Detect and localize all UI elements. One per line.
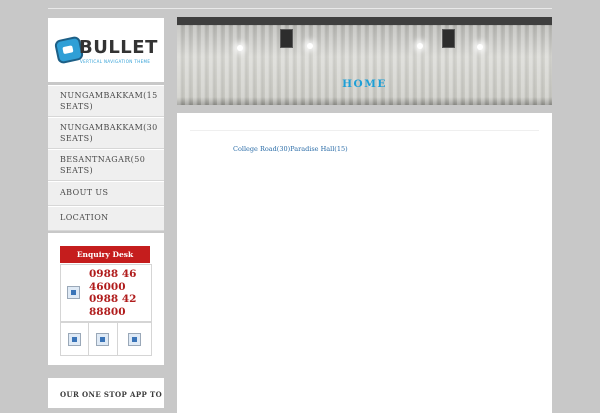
link-college-road[interactable]: College Road(30) [233, 145, 290, 153]
light-icon [237, 45, 243, 51]
menu-item-nungambakkam-30[interactable]: NUNGAMBAKKAM(30 SEATS) [48, 117, 164, 149]
menu-item-location[interactable]: LOCATION [48, 206, 164, 231]
page-title: HOME [342, 78, 387, 90]
logo-wordmark: BULLET [79, 37, 158, 58]
enquiry-widget: Enquiry Desk 0988 46 46000 0988 42 88800 [48, 233, 164, 365]
light-icon [307, 43, 313, 49]
menu-item-nungambakkam-15[interactable]: NUNGAMBAKKAM(15 SEATS) [48, 85, 164, 117]
image-icon[interactable] [68, 333, 81, 346]
banner-curtains [177, 25, 552, 105]
content-divider [190, 130, 539, 131]
enquiry-phone-numbers: 0988 46 46000 0988 42 88800 [89, 268, 137, 318]
image-icon[interactable] [96, 333, 109, 346]
top-divider [48, 8, 552, 9]
enquiry-icon-cell [117, 322, 152, 356]
link-paradise-hall[interactable]: Paradise Hall(15) [290, 145, 347, 153]
image-icon[interactable] [128, 333, 141, 346]
light-icon [477, 44, 483, 50]
enquiry-phone-cell: 0988 46 46000 0988 42 88800 [60, 264, 152, 322]
speaker-icon [442, 29, 455, 48]
menu-item-about-us[interactable]: ABOUT US [48, 181, 164, 206]
banner-ceiling-beam [177, 17, 552, 25]
speaker-icon [280, 29, 293, 48]
sidebar-menu: NUNGAMBAKKAM(15 SEATS) NUNGAMBAKKAM(30 S… [48, 85, 164, 231]
logo-tagline: VERTICAL NAVIGATION THEME [80, 59, 151, 64]
menu-item-besantnagar-50[interactable]: BESANTNAGAR(50 SEATS) [48, 149, 164, 181]
light-icon [417, 43, 423, 49]
enquiry-icon-cell [60, 322, 89, 356]
enquiry-title: Enquiry Desk [60, 246, 150, 263]
app-promo-widget: OUR ONE STOP APP TO [48, 378, 164, 408]
header-banner-image: HOME [177, 17, 552, 105]
content-links: College Road(30)Paradise Hall(15) [233, 145, 348, 153]
main-content: College Road(30)Paradise Hall(15) [177, 113, 552, 413]
site-logo[interactable]: BULLET VERTICAL NAVIGATION THEME [48, 18, 164, 82]
image-icon [67, 286, 80, 299]
app-promo-text: OUR ONE STOP APP TO [60, 390, 163, 399]
enquiry-icon-cell [88, 322, 118, 356]
